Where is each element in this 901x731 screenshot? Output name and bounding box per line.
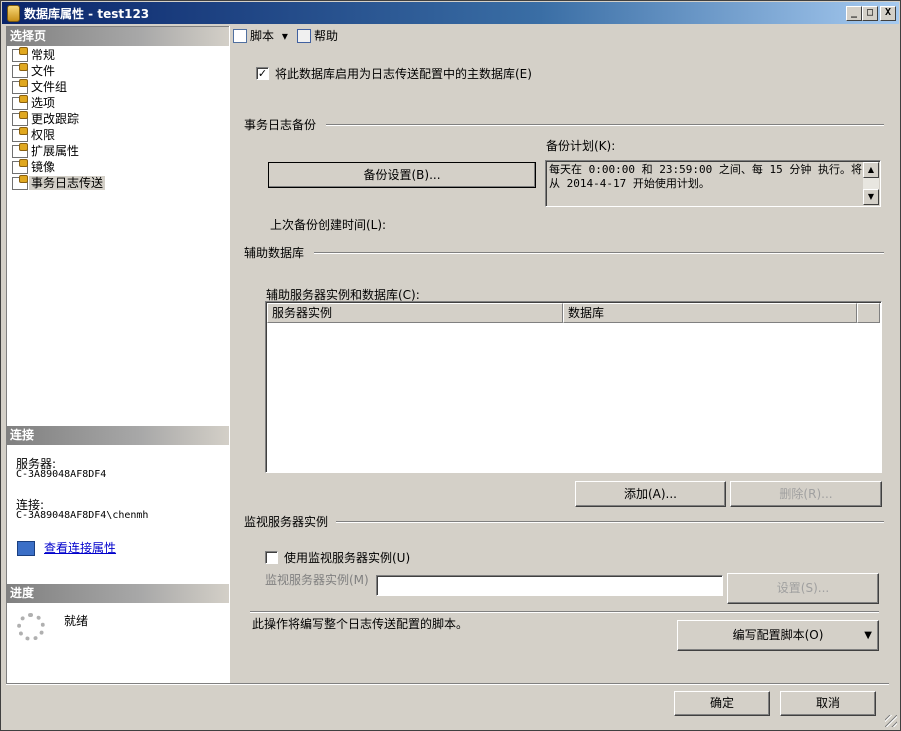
minimize-button[interactable]: _ [846, 6, 862, 21]
script-separator [250, 611, 879, 613]
connection-properties-icon [17, 541, 35, 556]
page-icon [12, 175, 28, 190]
page-item-options[interactable]: 选项 [9, 95, 228, 111]
script-configuration-button[interactable]: 编写配置脚本(O) ▼ [677, 620, 879, 651]
page-item-label: 事务日志传送 [29, 176, 106, 190]
monitor-group-line [336, 521, 884, 523]
page-item-label: 更改跟踪 [31, 112, 80, 126]
log-backup-group-line [326, 124, 884, 126]
page-icon [12, 47, 28, 62]
page-item-permissions[interactable]: 权限 [9, 127, 228, 143]
script-icon [233, 29, 247, 43]
connection-value: C-3A89048AF8DF4\chenmh [16, 510, 149, 521]
view-connection-properties-link[interactable]: 查看连接属性 [44, 539, 116, 556]
page-item-log-shipping[interactable]: 事务日志传送 [9, 175, 228, 191]
secondary-grid[interactable]: 服务器实例 数据库 [265, 301, 882, 473]
right-pane: 脚本 ▾ 帮助 ✓ 将此数据库启用为日志传送配置中的主数据库(E) 事务日志备份… [229, 26, 891, 683]
chevron-down-icon: ▼ [864, 630, 872, 641]
monitor-instance-label: 监视服务器实例(M) [265, 573, 369, 587]
script-label: 脚本 [250, 29, 275, 43]
progress-header: 进度 [7, 584, 230, 603]
ok-button[interactable]: 确定 [674, 691, 770, 716]
page-icon [12, 143, 28, 158]
log-backup-group-title: 事务日志备份 [244, 118, 317, 132]
page-item-label: 扩展属性 [31, 144, 80, 158]
page-item-label: 选项 [31, 96, 56, 110]
last-backup-label: 上次备份创建时间(L): [270, 218, 387, 232]
secondary-group-title: 辅助数据库 [244, 246, 305, 260]
monitor-group-title: 监视服务器实例 [244, 515, 329, 529]
close-button[interactable]: X [880, 6, 896, 21]
column-header-server-instance[interactable]: 服务器实例 [267, 303, 563, 323]
toolbar: 脚本 ▾ 帮助 [230, 26, 891, 46]
database-icon [7, 5, 20, 22]
page-icon [12, 111, 28, 126]
page-list: 常规 文件 文件组 选项 更改跟踪 权限 扩展属性 镜像 事务日志传送 [9, 47, 228, 191]
cancel-button[interactable]: 取消 [780, 691, 876, 716]
help-label: 帮助 [314, 29, 339, 43]
remove-button[interactable]: 删除(R)... [730, 481, 882, 507]
scroll-down-icon[interactable]: ▼ [863, 189, 879, 205]
page-item-files[interactable]: 文件 [9, 63, 228, 79]
column-header-database[interactable]: 数据库 [563, 303, 857, 323]
title-bar[interactable]: 数据库属性 - test123 _ □ X [2, 2, 899, 24]
page-icon [12, 63, 28, 78]
help-button[interactable]: 帮助 [297, 28, 338, 44]
page-icon [12, 95, 28, 110]
database-properties-window: 数据库属性 - test123 _ □ X 选择页 常规 文件 文件组 选项 更… [0, 0, 901, 731]
monitor-settings-button[interactable]: 设置(S)... [727, 573, 879, 604]
select-page-header: 选择页 [7, 27, 230, 46]
add-button[interactable]: 添加(A)... [575, 481, 726, 507]
scroll-up-icon[interactable]: ▲ [863, 162, 879, 178]
backup-schedule-scrollbar[interactable]: ▲ ▼ [863, 162, 879, 205]
footer-separator [6, 683, 889, 685]
script-button[interactable]: 脚本 ▾ [233, 28, 288, 44]
page-item-label: 文件 [31, 64, 56, 78]
script-configuration-label: 编写配置脚本(O) [732, 628, 824, 642]
server-value: C-3A89048AF8DF4 [16, 469, 107, 480]
page-item-change-tracking[interactable]: 更改跟踪 [9, 111, 228, 127]
backup-schedule-text: 每天在 0:00:00 和 23:59:00 之间、每 15 分钟 执行。将 从… [545, 160, 881, 207]
window-title: 数据库属性 - test123 [24, 7, 150, 21]
monitor-instance-input[interactable] [376, 575, 723, 596]
page-icon [12, 159, 28, 174]
progress-spinner-icon [17, 613, 45, 641]
use-monitor-checkbox[interactable] [265, 551, 278, 564]
page-icon [12, 79, 28, 94]
page-item-label: 镜像 [31, 160, 56, 174]
page-item-label: 文件组 [31, 80, 68, 94]
secondary-group-line [314, 252, 884, 254]
connection-header: 连接 [7, 426, 230, 445]
chevron-down-icon: ▾ [281, 29, 288, 43]
left-pane: 选择页 常规 文件 文件组 选项 更改跟踪 权限 扩展属性 镜像 事务日志传送 … [6, 26, 231, 684]
use-monitor-label: 使用监视服务器实例(U) [284, 551, 411, 565]
page-item-extended-properties[interactable]: 扩展属性 [9, 143, 228, 159]
help-icon [297, 29, 311, 43]
script-info-text: 此操作将编写整个日志传送配置的脚本。 [252, 617, 469, 631]
page-item-filegroups[interactable]: 文件组 [9, 79, 228, 95]
page-item-general[interactable]: 常规 [9, 47, 228, 63]
backup-settings-button[interactable]: 备份设置(B)... [268, 162, 536, 188]
page-item-label: 权限 [31, 128, 56, 142]
column-header-filler [857, 303, 880, 323]
progress-status: 就绪 [64, 614, 89, 628]
resize-grip-icon[interactable] [885, 715, 897, 727]
enable-primary-checkbox[interactable]: ✓ [256, 67, 269, 80]
maximize-button[interactable]: □ [862, 6, 878, 21]
page-icon [12, 127, 28, 142]
enable-primary-label: 将此数据库启用为日志传送配置中的主数据库(E) [275, 67, 532, 81]
backup-schedule-label: 备份计划(K): [546, 139, 616, 153]
page-item-label: 常规 [31, 48, 56, 62]
page-item-mirroring[interactable]: 镜像 [9, 159, 228, 175]
